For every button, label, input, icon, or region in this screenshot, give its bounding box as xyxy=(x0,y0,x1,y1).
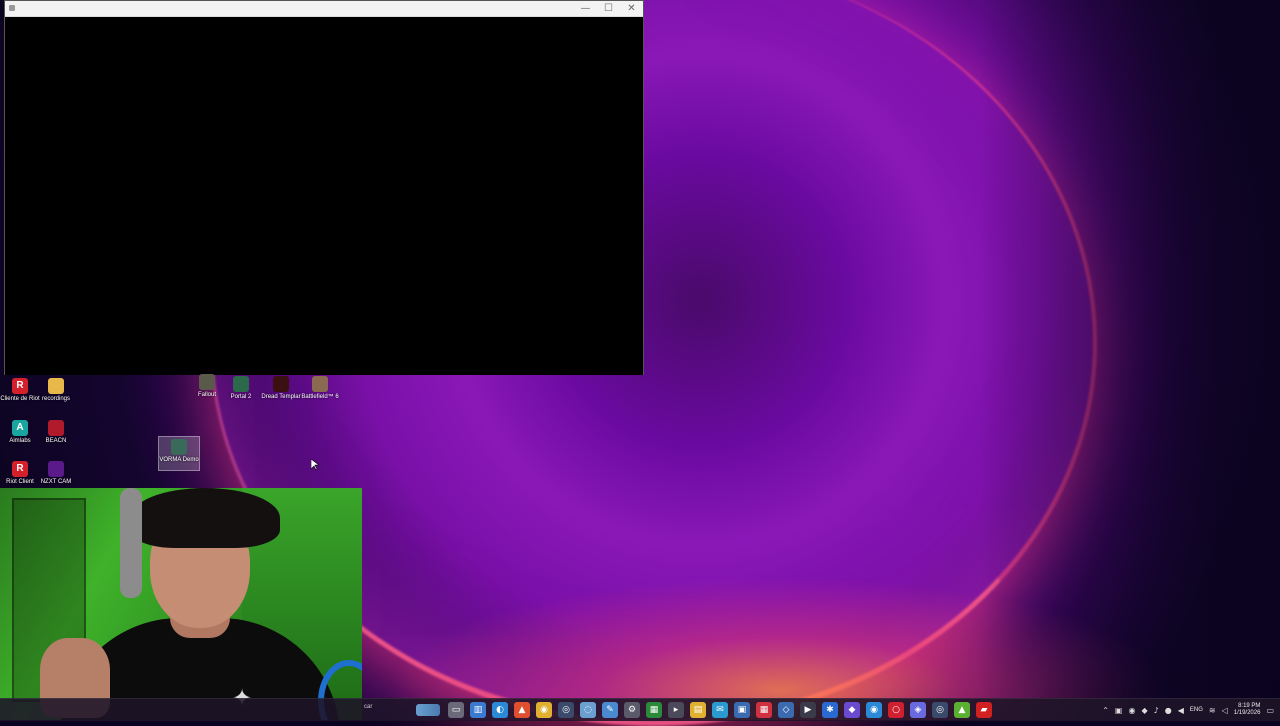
taskbar-pinned-apps: ▭ ▥ ◐ ▲ ◉ ◎ ◌ ✎ ⚙ ▦ ▸ ▤ ✉ ▣ ▦ ◇ ▶ ✱ ◆ ◉ ○ ◈ ◎ ▲ ▰ xyxy=(448,702,992,718)
chevron-up-icon[interactable]: ⌃ xyxy=(1102,706,1109,715)
nvidia-tray-icon[interactable]: ◆ xyxy=(1141,706,1147,715)
widgets-icon[interactable]: ▭ xyxy=(448,702,464,718)
desktop-icon-dread-templar[interactable]: Dread Templar xyxy=(261,376,301,401)
calendar-icon[interactable]: ▦ xyxy=(756,702,772,718)
wallpaper-right-shade xyxy=(980,0,1280,720)
edge-icon[interactable]: ◐ xyxy=(492,702,508,718)
file-explorer-icon[interactable]: ▥ xyxy=(470,702,486,718)
desktop-icon-portal2[interactable]: Portal 2 xyxy=(221,376,261,401)
media-icon[interactable]: ▶ xyxy=(800,702,816,718)
desktop-icon-riot-client[interactable]: R Riot Client xyxy=(0,461,40,486)
nzxt-cam-icon xyxy=(48,461,64,477)
capture-icon[interactable]: ◌ xyxy=(580,702,596,718)
icon-label: VORMA Demo xyxy=(159,457,199,463)
steam-icon[interactable]: ◎ xyxy=(558,702,574,718)
riot-icon: R xyxy=(12,378,28,394)
brave-icon[interactable]: ▲ xyxy=(514,702,530,718)
tray-app-icon[interactable]: ▣ xyxy=(1115,706,1123,715)
taskbar-search-input[interactable]: car xyxy=(364,704,372,710)
steam-tray-icon[interactable]: ◉ xyxy=(1128,706,1135,715)
chrome-icon[interactable]: ◉ xyxy=(536,702,552,718)
search-highlight-widget[interactable] xyxy=(416,704,440,716)
maximize-button[interactable]: ☐ xyxy=(597,1,620,16)
explorer-icon[interactable]: ▤ xyxy=(690,702,706,718)
nvidia-icon[interactable]: ▲ xyxy=(954,702,970,718)
store-icon[interactable]: ▣ xyxy=(734,702,750,718)
icon-label: NZXT CAM xyxy=(40,479,72,485)
taskbar-clock[interactable]: 8:19 PM 1/19/2026 xyxy=(1234,703,1261,717)
vscode-icon[interactable]: ◇ xyxy=(778,702,794,718)
icon-label: Portal 2 xyxy=(230,394,252,400)
window-content xyxy=(5,17,643,375)
settings-icon[interactable]: ⚙ xyxy=(624,702,640,718)
battlefield-icon xyxy=(312,376,328,392)
icon-label: Battlefield™ 6 xyxy=(301,394,339,400)
app-icon xyxy=(9,5,15,11)
notes-icon[interactable]: ✉ xyxy=(712,702,728,718)
icon-label: Riot Client xyxy=(6,479,34,485)
opera-icon[interactable]: ○ xyxy=(888,702,904,718)
clock-date: 1/19/2026 xyxy=(1233,710,1261,716)
taskbar: car ▭ ▥ ◐ ▲ ◉ ◎ ◌ ✎ ⚙ ▦ ▸ ▤ ✉ ▣ ▦ ◇ ▶ ✱ ◆ ◉ ○ ◈ ◎ ▲ ▰ ⌃ ▣ ◉ ◆ ♪ … xyxy=(0,698,1280,721)
volume-tray-icon[interactable]: ◁ xyxy=(1222,706,1228,715)
xbox-icon[interactable]: ▦ xyxy=(646,702,662,718)
app-window[interactable]: — ☐ ✕ xyxy=(4,0,644,375)
desktop-icon-vorma[interactable]: VORMA Demo xyxy=(158,436,200,471)
system-tray: ⌃ ▣ ◉ ◆ ♪ ● ◀ ENG ≋ ◁ 8:19 PM 1/19/2026 … xyxy=(1102,699,1280,721)
wifi-icon[interactable]: ≋ xyxy=(1209,706,1216,715)
icon-label: recordings xyxy=(41,396,70,402)
beacn-icon xyxy=(48,420,64,436)
clock-time: 8:19 PM xyxy=(1238,703,1261,709)
minimize-button[interactable]: — xyxy=(574,1,597,16)
steam2-icon[interactable]: ◎ xyxy=(932,702,948,718)
desktop-icon-beacn[interactable]: BEACN xyxy=(36,420,76,445)
folder-icon xyxy=(48,378,64,394)
icon-label: BEACN xyxy=(45,438,67,444)
desktop-icon-recordings[interactable]: recordings xyxy=(36,378,76,403)
icon-label: Dread Templar xyxy=(261,394,301,400)
desktop-icon-battlefield[interactable]: Battlefield™ 6 xyxy=(300,376,340,401)
desktop-icon-cliente-riot[interactable]: R Cliente de Riot xyxy=(0,378,40,403)
aimlabs-icon: A xyxy=(12,420,28,436)
headphones-icon xyxy=(120,488,142,598)
portal-icon xyxy=(233,376,249,392)
icon-label: Aimlabs xyxy=(9,438,31,444)
icon-label: Cliente de Riot xyxy=(0,396,40,402)
fallout-icon xyxy=(199,374,215,390)
mouse-cursor-icon xyxy=(310,458,320,476)
riot-icon: R xyxy=(12,461,28,477)
webcam-overlay: ✦ xyxy=(0,488,362,720)
vorma-icon xyxy=(171,439,187,455)
figma-icon[interactable]: ◆ xyxy=(844,702,860,718)
snipping-icon[interactable]: ✎ xyxy=(602,702,618,718)
window-controls: — ☐ ✕ xyxy=(574,1,643,16)
webcam-person-hair xyxy=(130,488,280,548)
desktop-icon-aimlabs[interactable]: A Aimlabs xyxy=(0,420,40,445)
microphone-icon[interactable]: ● xyxy=(1165,706,1172,715)
chrome2-icon[interactable]: ◉ xyxy=(866,702,882,718)
close-button[interactable]: ✕ xyxy=(620,1,643,16)
volume-icon[interactable]: ◀ xyxy=(1178,706,1184,715)
desktop-icon-nzxt-cam[interactable]: NZXT CAM xyxy=(36,461,76,486)
bluetooth-icon[interactable]: ✱ xyxy=(822,702,838,718)
window-titlebar[interactable]: — ☐ ✕ xyxy=(5,1,643,17)
dread-templar-icon xyxy=(273,376,289,392)
speaker-icon[interactable]: ♪ xyxy=(1154,706,1159,715)
language-indicator[interactable]: ENG xyxy=(1190,707,1203,713)
terminal-icon[interactable]: ▸ xyxy=(668,702,684,718)
discord-icon[interactable]: ◈ xyxy=(910,702,926,718)
acrobat-icon[interactable]: ▰ xyxy=(976,702,992,718)
notification-icon[interactable]: ▭ xyxy=(1266,706,1274,715)
